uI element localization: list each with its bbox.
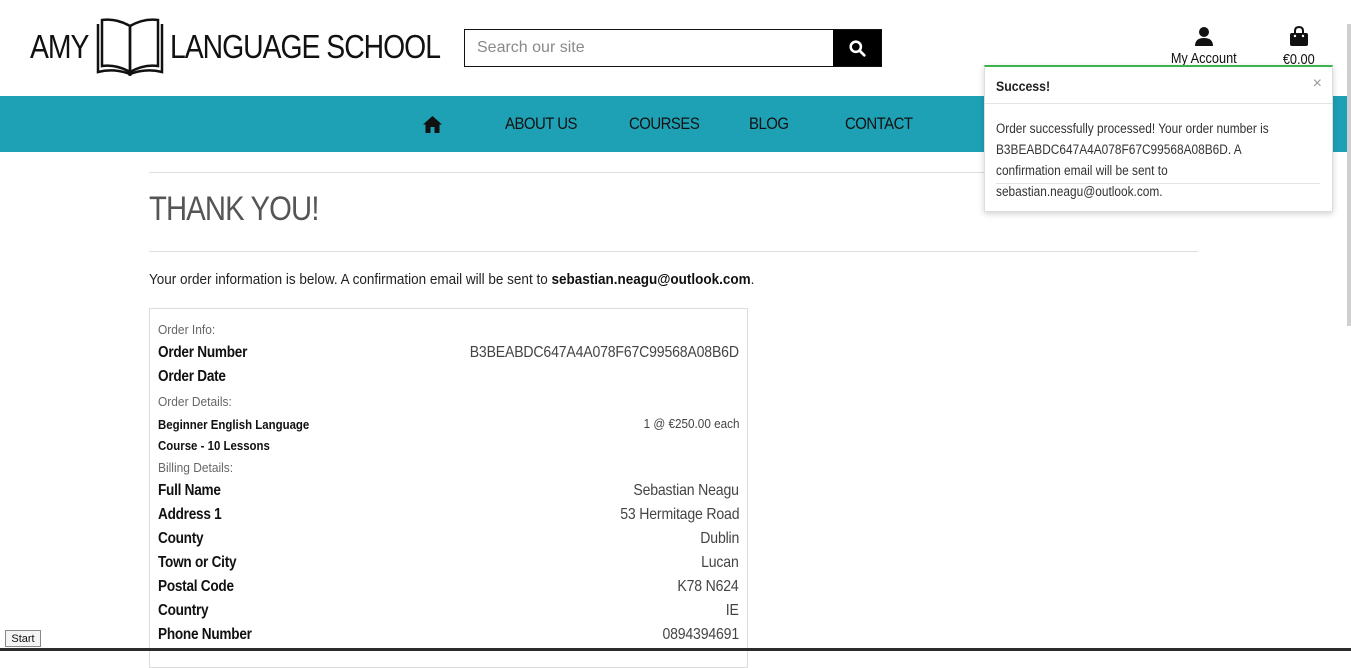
scrollbar[interactable] — [1347, 24, 1351, 326]
page-title: THANK YOU! — [149, 190, 319, 228]
intro-end: . — [750, 271, 755, 288]
divider-title — [149, 251, 1198, 252]
billing-label: Country — [158, 602, 209, 619]
logo-text-left: AMY — [30, 28, 89, 65]
nav-courses[interactable]: COURSES — [629, 114, 700, 134]
billing-value: Lucan — [701, 554, 740, 571]
search-button[interactable] — [833, 30, 881, 66]
billing-postal-code-row: Postal Code K78 N624 — [158, 578, 739, 596]
toast-divider — [996, 183, 1320, 184]
order-item-name: Beginner English Language Course - 10 Le… — [158, 417, 310, 453]
my-account-link[interactable]: My Account — [1160, 24, 1248, 67]
intro-text: Your order information is below. A confi… — [149, 271, 754, 288]
intro-message: Your order information is below. A confi… — [149, 271, 552, 288]
nav-about-us[interactable]: ABOUT US — [505, 114, 578, 134]
billing-label: Phone Number — [158, 626, 252, 643]
order-details-heading-row: Order Details: — [158, 394, 739, 409]
order-number-label: Order Number — [158, 344, 248, 361]
cart-link[interactable]: €0.00 — [1274, 24, 1324, 68]
billing-value: Dublin — [700, 530, 739, 547]
billing-heading: Billing Details: — [158, 460, 234, 475]
home-icon[interactable] — [423, 116, 442, 133]
nav-blog[interactable]: BLOG — [749, 114, 789, 134]
order-item-row: Beginner English Language Course - 10 Le… — [158, 414, 739, 456]
logo-text-right: LANGUAGE SCHOOL — [169, 28, 441, 65]
nav-contact[interactable]: CONTACT — [845, 114, 913, 134]
billing-county-row: County Dublin — [158, 530, 739, 548]
billing-heading-row: Billing Details: — [158, 460, 739, 475]
billing-country-row: Country IE — [158, 602, 739, 620]
billing-label: Address 1 — [158, 506, 222, 523]
order-number-row: Order Number B3BEABDC647A4A078F67C99568A… — [158, 344, 739, 362]
order-item-qty-price: 1 @ €250.00 each — [643, 416, 739, 431]
search-input[interactable] — [465, 30, 833, 66]
billing-value: Sebastian Neagu — [633, 482, 740, 499]
order-details-heading: Order Details: — [158, 394, 232, 409]
order-date-row: Order Date — [158, 368, 739, 386]
toast-title: Success! — [996, 78, 1051, 94]
billing-value: 53 Hermitage Road — [619, 506, 739, 523]
order-info-heading: Order Info: — [158, 322, 216, 337]
billing-phone-row: Phone Number 0894394691 — [158, 626, 739, 644]
billing-town-row: Town or City Lucan — [158, 554, 739, 572]
site-logo[interactable]: AMY LANGUAGE SCHOOL — [30, 16, 484, 78]
toast-header: Success! × — [985, 67, 1332, 104]
intro-email: sebastian.neagu@outlook.com — [551, 271, 751, 288]
toast-message: Order successfully processed! Your order… — [996, 121, 1269, 199]
search-bar — [464, 29, 882, 67]
billing-value: 0894394691 — [662, 626, 739, 643]
billing-label: Town or City — [158, 554, 237, 571]
order-info-heading-row: Order Info: — [158, 322, 739, 337]
billing-label: Full Name — [158, 482, 221, 499]
user-icon — [1195, 27, 1213, 46]
start-button[interactable]: Start — [5, 630, 41, 647]
billing-address-row: Address 1 53 Hermitage Road — [158, 506, 739, 524]
billing-label: County — [158, 530, 204, 547]
billing-full-name-row: Full Name Sebastian Neagu — [158, 482, 739, 500]
order-date-label: Order Date — [158, 368, 226, 385]
billing-label: Postal Code — [158, 578, 234, 595]
order-summary: Order Info: Order Number B3BEABDC647A4A0… — [149, 308, 748, 668]
search-icon — [848, 39, 866, 57]
order-number-value: B3BEABDC647A4A078F67C99568A08B6D — [469, 344, 739, 361]
close-icon[interactable]: × — [1313, 75, 1322, 93]
open-book-icon — [96, 18, 164, 76]
billing-value: K78 N624 — [677, 578, 739, 595]
success-toast: Success! × Order successfully processed!… — [984, 65, 1333, 212]
billing-value: IE — [726, 602, 739, 619]
shopping-bag-icon — [1290, 26, 1308, 46]
